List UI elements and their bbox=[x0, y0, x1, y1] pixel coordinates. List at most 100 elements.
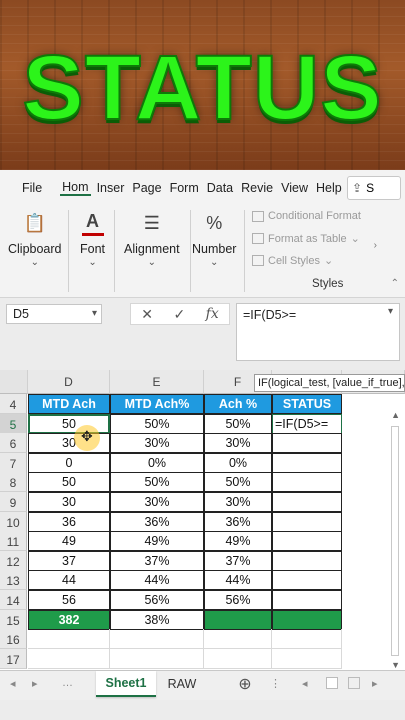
scroll-left-icon[interactable]: ◂ bbox=[302, 677, 308, 690]
data-cell[interactable]: 44% bbox=[204, 570, 272, 590]
data-cell[interactable] bbox=[272, 551, 342, 571]
font-button[interactable]: A Font ⌄ bbox=[80, 210, 105, 268]
empty-cell[interactable] bbox=[204, 629, 272, 649]
data-cell[interactable]: 30% bbox=[110, 492, 204, 512]
row-header-16[interactable]: 16 bbox=[0, 629, 27, 649]
data-cell[interactable] bbox=[272, 492, 342, 512]
data-cell[interactable] bbox=[272, 512, 342, 532]
data-cell[interactable]: 37 bbox=[28, 551, 110, 571]
empty-cell[interactable] bbox=[272, 649, 342, 669]
sheet-tab-raw[interactable]: RAW bbox=[160, 671, 204, 697]
collapse-ribbon-icon[interactable]: ⌃ bbox=[391, 278, 399, 289]
data-cell[interactable]: 44 bbox=[28, 570, 110, 590]
row-header-5[interactable]: 5 bbox=[0, 414, 27, 434]
data-cell[interactable]: 50% bbox=[110, 414, 204, 434]
data-cell[interactable]: 36% bbox=[110, 512, 204, 532]
more-sheets-icon[interactable]: … bbox=[62, 677, 73, 689]
enter-check-icon[interactable]: ✓ bbox=[173, 306, 185, 323]
horizontal-scrollbar[interactable] bbox=[326, 677, 338, 689]
row-header-6[interactable]: 6 bbox=[0, 433, 27, 453]
data-cell[interactable]: 0% bbox=[204, 453, 272, 473]
data-cell[interactable]: 56% bbox=[204, 590, 272, 610]
data-cell[interactable]: 37% bbox=[110, 551, 204, 571]
data-cell[interactable]: 30% bbox=[110, 433, 204, 453]
tab-formulas[interactable]: Form bbox=[168, 181, 201, 195]
data-cell[interactable]: =IF(D5>= bbox=[272, 414, 342, 434]
data-cell[interactable] bbox=[272, 570, 342, 590]
row-header-15[interactable]: 15 bbox=[0, 610, 27, 630]
data-cell[interactable]: 56% bbox=[110, 590, 204, 610]
data-cell[interactable]: 44% bbox=[110, 570, 204, 590]
data-cell[interactable]: 30% bbox=[204, 492, 272, 512]
data-cell[interactable]: 36% bbox=[204, 512, 272, 532]
scroll-down-icon[interactable]: ▼ bbox=[391, 660, 400, 670]
total-cell[interactable] bbox=[204, 610, 272, 630]
row-header-8[interactable]: 8 bbox=[0, 472, 27, 492]
worksheet-grid[interactable]: D E F IF(logical_test, [value_if_true], … bbox=[0, 370, 405, 670]
empty-cell[interactable] bbox=[204, 649, 272, 669]
empty-cell[interactable] bbox=[110, 629, 204, 649]
empty-cell[interactable] bbox=[272, 629, 342, 649]
alignment-button[interactable]: ☰ Alignment ⌄ bbox=[124, 210, 180, 269]
row-header-9[interactable]: 9 bbox=[0, 492, 27, 512]
tab-home[interactable]: Hom bbox=[60, 180, 91, 196]
tab-insert[interactable]: Inser bbox=[95, 181, 127, 195]
conditional-formatting-button[interactable]: Conditional Format bbox=[252, 210, 361, 222]
horizontal-scrollbar-thumb[interactable] bbox=[348, 677, 360, 689]
scroll-right-icon[interactable]: ▸ bbox=[372, 677, 378, 690]
row-header-14[interactable]: 14 bbox=[0, 590, 27, 610]
data-cell[interactable]: 50% bbox=[204, 472, 272, 492]
header-cell[interactable]: Ach % bbox=[204, 394, 272, 414]
format-as-table-button[interactable]: Format as Table ⌄ bbox=[252, 232, 360, 245]
data-cell[interactable]: 49% bbox=[110, 531, 204, 551]
sheet-tab-sheet1[interactable]: Sheet1 bbox=[96, 671, 156, 697]
scroll-up-icon[interactable]: ▲ bbox=[391, 410, 400, 420]
share-button[interactable]: ⇪ S bbox=[347, 176, 401, 200]
select-all-corner[interactable] bbox=[0, 370, 28, 394]
empty-cell[interactable] bbox=[28, 629, 110, 649]
next-sheet-icon[interactable]: ▸ bbox=[32, 677, 38, 690]
column-header-e[interactable]: E bbox=[110, 370, 204, 394]
data-cell[interactable]: 30% bbox=[204, 433, 272, 453]
row-header-7[interactable]: 7 bbox=[0, 453, 27, 473]
header-cell[interactable]: STATUS bbox=[272, 394, 342, 414]
empty-cell[interactable] bbox=[28, 649, 110, 669]
row-header-17[interactable]: 17 bbox=[0, 649, 27, 669]
data-cell[interactable]: 36 bbox=[28, 512, 110, 532]
insert-function-icon[interactable]: fx bbox=[206, 306, 219, 322]
tab-review[interactable]: Revie bbox=[239, 181, 275, 195]
total-cell[interactable]: 38% bbox=[110, 610, 204, 630]
row-header-10[interactable]: 10 bbox=[0, 512, 27, 532]
clipboard-button[interactable]: 📋 Clipboard ⌄ bbox=[8, 210, 62, 269]
prev-sheet-icon[interactable]: ◂ bbox=[10, 677, 16, 690]
tab-help[interactable]: Help bbox=[314, 181, 344, 195]
data-cell[interactable]: 50% bbox=[110, 472, 204, 492]
data-cell[interactable]: 49 bbox=[28, 531, 110, 551]
data-cell[interactable]: 56 bbox=[28, 590, 110, 610]
data-cell[interactable]: 0 bbox=[28, 453, 110, 473]
chevron-down-icon[interactable]: ▾ bbox=[388, 306, 393, 317]
data-cell[interactable]: 49% bbox=[204, 531, 272, 551]
formula-input[interactable]: =IF(D5>= ▾ bbox=[236, 303, 400, 361]
data-cell[interactable]: 50% bbox=[204, 414, 272, 434]
row-header-4[interactable]: 4 bbox=[0, 394, 27, 414]
total-cell[interactable] bbox=[272, 610, 342, 630]
data-cell[interactable]: 50 bbox=[28, 472, 110, 492]
data-cell[interactable]: 30 bbox=[28, 492, 110, 512]
data-cell[interactable] bbox=[272, 590, 342, 610]
cancel-icon[interactable]: ✕ bbox=[141, 306, 153, 323]
tab-file[interactable]: File bbox=[20, 181, 44, 195]
data-cell[interactable]: 37% bbox=[204, 551, 272, 571]
header-cell[interactable]: MTD Ach bbox=[28, 394, 110, 414]
row-header-13[interactable]: 13 bbox=[0, 570, 27, 590]
data-cell[interactable] bbox=[272, 472, 342, 492]
cell-styles-button[interactable]: Cell Styles ⌄ bbox=[252, 254, 333, 267]
data-cell[interactable] bbox=[272, 453, 342, 473]
add-sheet-icon[interactable]: ⊕ bbox=[232, 671, 258, 697]
tab-data[interactable]: Data bbox=[205, 181, 235, 195]
header-cell[interactable]: MTD Ach% bbox=[110, 394, 204, 414]
data-cell[interactable]: 0% bbox=[110, 453, 204, 473]
tab-view[interactable]: View bbox=[279, 181, 310, 195]
total-cell[interactable]: 382 bbox=[28, 610, 110, 630]
name-box[interactable]: D5 ▾ bbox=[6, 304, 102, 324]
